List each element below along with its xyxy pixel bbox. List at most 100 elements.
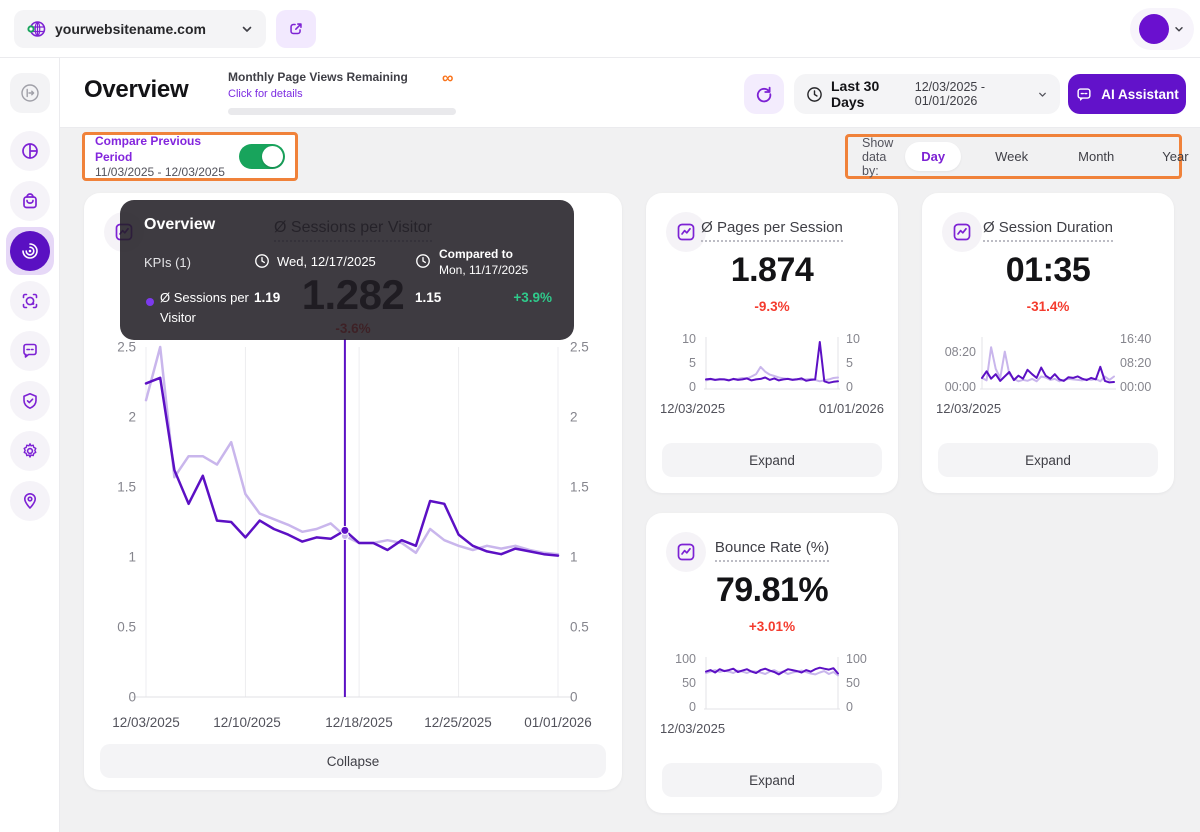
infinity-icon: ∞ <box>442 70 454 87</box>
x-tick: 12/03/2025 <box>660 721 726 736</box>
bounce-rate-change: +3.01% <box>748 619 796 634</box>
sidebar-item-ecommerce[interactable] <box>9 181 50 221</box>
svg-text:1: 1 <box>570 550 578 565</box>
external-link-icon <box>287 20 305 38</box>
compare-previous-period-control: Compare Previous Period 11/03/2025 - 12/… <box>82 132 298 181</box>
session-duration-card: Ø Session Duration 01:35 -31.4% 08:20 00… <box>922 193 1174 493</box>
y-tick: 0 <box>846 380 853 394</box>
collapse-button[interactable]: Collapse <box>100 744 606 778</box>
bounce-rate-sparkline <box>704 657 840 710</box>
pages-per-session-sparkline <box>704 337 840 390</box>
y-tick: 0 <box>689 380 696 394</box>
tooltip-compared-dates: Compared to Mon, 11/17/2025 <box>439 246 528 278</box>
x-tick: 01/01/2026 <box>524 715 592 730</box>
session-duration-title[interactable]: Ø Session Duration <box>982 219 1114 242</box>
session-duration-value: 01:35 <box>1005 251 1091 289</box>
compare-dates: 11/03/2025 - 12/03/2025 <box>95 165 225 180</box>
granularity-month[interactable]: Month <box>1062 142 1130 171</box>
session-duration-change: -31.4% <box>1026 299 1070 314</box>
clock-icon <box>415 253 431 269</box>
sidebar-item-settings[interactable] <box>9 431 50 471</box>
x-tick: 12/03/2025 <box>660 401 726 416</box>
shopping-bag-icon <box>20 191 40 211</box>
granularity-week[interactable]: Week <box>979 142 1044 171</box>
user-menu[interactable] <box>1130 8 1194 50</box>
chevron-down-icon <box>1173 23 1185 35</box>
tooltip-current-value: 1.19 <box>254 290 281 305</box>
card-title: Ø Session Duration <box>922 219 1174 242</box>
chevron-down-icon <box>1037 89 1048 100</box>
quota-title: Monthly Page Views Remaining <box>228 70 408 84</box>
granularity-day[interactable]: Day <box>905 142 962 171</box>
ai-assistant-button[interactable]: AI Assistant <box>1068 74 1186 114</box>
chevron-down-icon <box>240 22 254 36</box>
y-tick: 0 <box>689 700 696 714</box>
quota-details-link[interactable]: Click for details <box>228 88 303 100</box>
tooltip-current-date: Wed, 12/17/2025 <box>277 254 376 269</box>
website-selector[interactable]: yourwebsitename.com <box>14 10 266 48</box>
clock-icon <box>254 253 270 269</box>
granularity-year[interactable]: Year <box>1146 142 1200 171</box>
sidebar-collapse-button[interactable] <box>9 73 50 113</box>
bounce-rate-value: 79.81% <box>715 571 829 609</box>
svg-text:0: 0 <box>128 690 136 705</box>
pages-per-session-value: 1.874 <box>730 251 814 289</box>
clock-icon <box>806 86 823 103</box>
sidebar-item-web-analytics[interactable] <box>5 227 54 275</box>
web-analytics-active-indicator <box>9 231 50 271</box>
sidebar-item-session-recordings[interactable] <box>9 281 50 321</box>
arrow-right-circle-icon <box>19 82 41 104</box>
pie-chart-icon <box>20 141 40 161</box>
shield-check-icon <box>20 391 40 411</box>
avatar <box>1139 14 1169 44</box>
x-tick: 12/03/2025 <box>112 715 180 730</box>
card-title: Ø Pages per Session <box>646 219 898 242</box>
y-tick: 100 <box>846 652 867 666</box>
open-website-button[interactable] <box>276 10 316 48</box>
session-duration-sparkline <box>980 337 1116 390</box>
x-tick: 01/01/2026 <box>818 401 884 416</box>
compare-toggle[interactable] <box>239 144 285 169</box>
refresh-button[interactable] <box>744 74 784 114</box>
bounce-rate-title[interactable]: Bounce Rate (%) <box>714 539 830 562</box>
x-tick: 12/25/2025 <box>424 715 492 730</box>
chart-tooltip: Overview KPIs (1) Wed, 12/17/2025 Compar… <box>120 200 574 340</box>
range-dates: 12/03/2025 - 01/01/2026 <box>914 80 985 108</box>
sessions-per-visitor-chart[interactable]: 2.5 2.5 2 2 1.5 1.5 1 1 0.5 0.5 0 0 <box>84 333 622 711</box>
sidebar-item-location[interactable] <box>9 481 50 521</box>
quota-block: Monthly Page Views Remaining Click for d… <box>228 70 458 115</box>
tooltip-kpis-label: KPIs (1) <box>144 255 191 270</box>
svg-text:0: 0 <box>570 690 578 705</box>
page-title: Overview <box>84 76 189 103</box>
expand-button[interactable]: Expand <box>662 763 882 797</box>
tooltip-heading: Overview <box>144 216 216 233</box>
y-tick: 10 <box>682 332 696 346</box>
top-bar: yourwebsitename.com <box>0 0 1200 58</box>
sidebar-item-dashboard[interactable] <box>9 131 50 171</box>
y-tick: 16:40 <box>1120 332 1152 346</box>
expand-button[interactable]: Expand <box>938 443 1158 477</box>
ai-chat-icon <box>1075 85 1093 103</box>
range-label: Last 30 Days <box>831 78 880 110</box>
expand-button[interactable]: Expand <box>662 443 882 477</box>
svg-text:1.5: 1.5 <box>570 480 589 495</box>
svg-text:2: 2 <box>570 410 578 425</box>
focus-record-icon <box>20 291 40 311</box>
pages-per-session-change: -9.3% <box>754 299 790 314</box>
x-tick: 12/10/2025 <box>213 715 281 730</box>
y-tick: 50 <box>682 676 696 690</box>
date-range-selector[interactable]: Last 30 Days 12/03/2025 - 01/01/2026 <box>794 74 1060 114</box>
tooltip-compared-label: Compared to <box>439 247 514 261</box>
quota-progress-bar <box>228 108 456 115</box>
x-tick: 12/03/2025 <box>936 401 1002 416</box>
compare-label: Compare Previous Period <box>95 133 202 164</box>
y-tick: 5 <box>689 356 696 370</box>
pages-per-session-card: Ø Pages per Session 1.874 -9.3% 10 5 0 1… <box>646 193 898 493</box>
ai-assistant-label: AI Assistant <box>1101 86 1179 102</box>
pages-per-session-title[interactable]: Ø Pages per Session <box>701 219 843 242</box>
svg-text:1: 1 <box>128 550 136 565</box>
sidebar-item-privacy[interactable] <box>9 381 50 421</box>
sidebar-item-feedback[interactable] <box>9 331 50 371</box>
y-tick: 08:20 <box>1120 356 1152 370</box>
svg-text:0.5: 0.5 <box>570 620 589 635</box>
